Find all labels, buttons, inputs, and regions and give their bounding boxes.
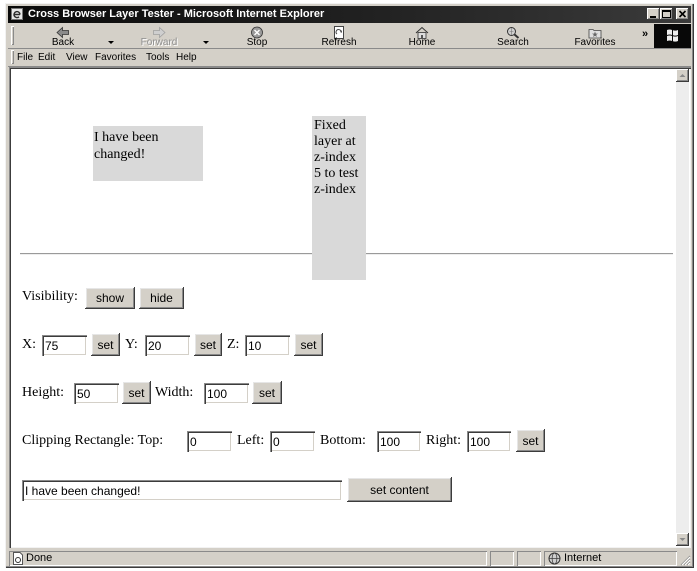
globe-icon — [548, 552, 561, 565]
refresh-label: Refresh — [321, 37, 357, 48]
stop-label: Stop — [246, 37, 268, 48]
back-dropdown[interactable] — [106, 33, 116, 44]
close-icon — [678, 10, 687, 18]
menu-favorites[interactable]: Favorites — [95, 52, 136, 63]
width-input[interactable] — [204, 383, 249, 404]
maximize-button[interactable] — [660, 8, 673, 20]
refresh-button[interactable]: Refresh — [313, 24, 365, 48]
close-button[interactable] — [676, 8, 689, 20]
forward-label: Forward — [140, 37, 178, 48]
scroll-up-button[interactable] — [676, 69, 689, 82]
x-input[interactable] — [42, 335, 87, 356]
set-x-button[interactable]: set — [91, 333, 120, 356]
search-label: Search — [497, 37, 529, 48]
set-height-button[interactable]: set — [122, 381, 151, 404]
search-button[interactable]: Search — [489, 24, 537, 48]
width-label: Width: — [155, 385, 194, 400]
menu-edit[interactable]: Edit — [38, 52, 55, 63]
menu-view[interactable]: View — [66, 52, 88, 63]
y-label: Y: — [125, 337, 138, 352]
y-input[interactable] — [145, 335, 190, 356]
minimize-icon — [650, 16, 656, 18]
content-input[interactable] — [22, 480, 342, 501]
menu-grip[interactable] — [11, 50, 14, 64]
back-button[interactable]: Back — [40, 24, 86, 48]
favorites-label: Favorites — [574, 37, 616, 48]
z-label: Z: — [227, 337, 240, 352]
menu-tools[interactable]: Tools — [146, 52, 169, 63]
scroll-down-button[interactable] — [676, 533, 689, 546]
arrow-down-icon — [679, 538, 686, 541]
z-input[interactable] — [245, 335, 290, 356]
standard-toolbar: Back Forward Stop Refresh Home Search Fa… — [8, 24, 691, 49]
chevron-down-icon — [108, 41, 114, 44]
stop-button[interactable]: Stop — [235, 24, 279, 48]
status-bar: Done Internet — [8, 550, 691, 567]
window-title: Cross Browser Layer Tester - Microsoft I… — [28, 8, 325, 20]
chevron-down-icon — [203, 41, 209, 44]
browser-window: Cross Browser Layer Tester - Microsoft I… — [5, 3, 694, 568]
height-input[interactable] — [74, 383, 119, 404]
hide-button[interactable]: hide — [139, 287, 184, 309]
home-label: Home — [408, 37, 436, 48]
menu-file[interactable]: File — [17, 52, 33, 63]
arrow-up-icon — [679, 74, 686, 77]
windows-logo-icon — [654, 24, 691, 48]
status-message-panel: Done — [9, 551, 487, 566]
favorites-button[interactable]: Favorites — [566, 24, 624, 48]
visibility-label: Visibility: — [22, 289, 78, 304]
clip-top-input[interactable] — [187, 431, 232, 452]
title-bar[interactable]: Cross Browser Layer Tester - Microsoft I… — [8, 6, 691, 23]
set-content-button[interactable]: set content — [347, 477, 452, 502]
x-label: X: — [22, 337, 36, 352]
home-button[interactable]: Home — [400, 24, 444, 48]
status-text: Done — [26, 552, 53, 564]
toolbar-overflow-chevron[interactable]: » — [642, 28, 652, 40]
clip-bottom-input[interactable] — [377, 431, 421, 452]
toolbar-grip[interactable] — [11, 26, 14, 45]
clip-bottom-label: Bottom: — [320, 433, 366, 448]
clip-left-input[interactable] — [270, 431, 315, 452]
maximize-icon — [662, 10, 671, 18]
minimize-button[interactable] — [647, 8, 660, 20]
vertical-scrollbar[interactable] — [676, 69, 689, 546]
page-content: I have been changed! Fixed layer at z-in… — [9, 67, 691, 548]
forward-dropdown[interactable] — [201, 33, 211, 44]
status-panel-security — [517, 551, 541, 566]
status-panel-progress — [490, 551, 514, 566]
clip-left-label: Left: — [237, 433, 265, 448]
set-clip-button[interactable]: set — [516, 429, 545, 452]
resize-grip-icon — [680, 555, 691, 566]
back-label: Back — [51, 37, 75, 48]
set-y-button[interactable]: set — [194, 333, 222, 356]
clip-right-input[interactable] — [467, 431, 511, 452]
set-z-button[interactable]: set — [294, 333, 323, 356]
ie-page-icon[interactable] — [10, 7, 24, 21]
changed-layer: I have been changed! — [93, 126, 203, 181]
height-label: Height: — [22, 385, 64, 400]
clip-top-label: Clipping Rectangle: Top: — [22, 433, 164, 448]
set-width-button[interactable]: set — [252, 381, 282, 404]
status-zone-panel: Internet — [544, 551, 677, 566]
show-button[interactable]: show — [85, 287, 135, 309]
page-done-icon — [13, 552, 23, 565]
zone-text: Internet — [564, 552, 602, 564]
menu-bar: File Edit View Favorites Tools Help — [8, 49, 691, 67]
menu-help[interactable]: Help — [176, 52, 197, 63]
size-grip[interactable] — [679, 553, 691, 566]
fixed-layer: Fixed layer at z-index 5 to test z-index — [312, 116, 366, 280]
forward-button[interactable]: Forward — [130, 24, 188, 48]
clip-right-label: Right: — [426, 433, 462, 448]
